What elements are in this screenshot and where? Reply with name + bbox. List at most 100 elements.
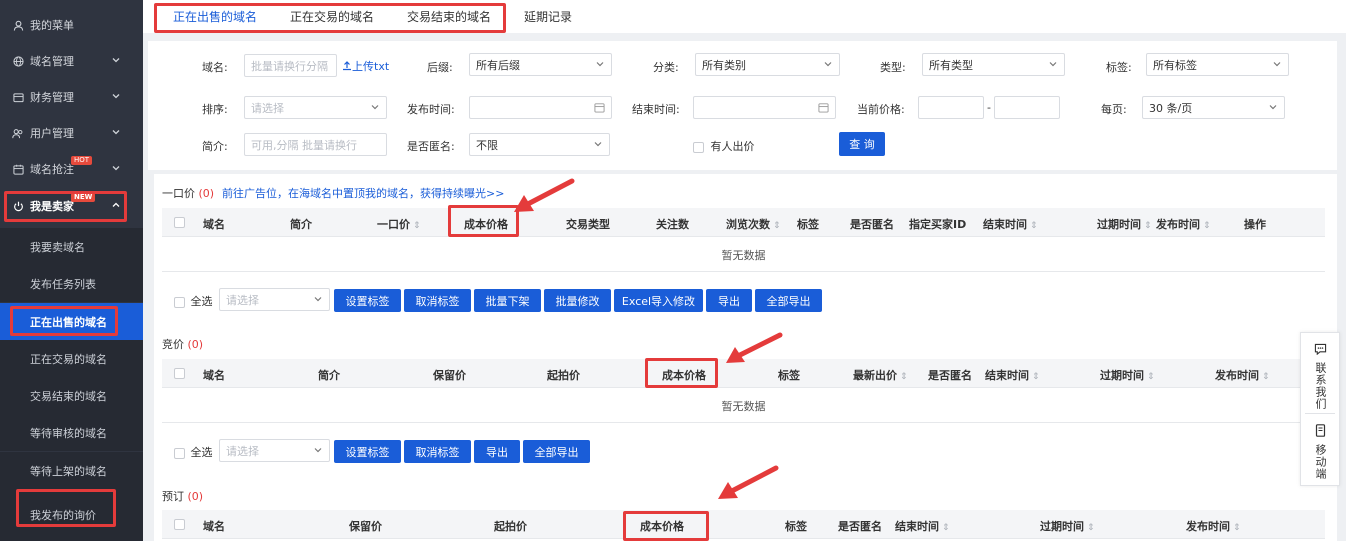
select-all-checkbox[interactable]: [174, 217, 185, 228]
excel-import-button[interactable]: Excel导入修改: [614, 289, 703, 312]
category-label: 分类:: [653, 61, 679, 74]
col-end-time[interactable]: 结束时间 ⇕: [985, 367, 1040, 383]
sidebar-sub-trading-domains[interactable]: 正在交易的域名: [0, 340, 143, 377]
query-button[interactable]: 查 询: [839, 132, 885, 156]
tab-trading[interactable]: 正在交易的域名: [290, 8, 374, 25]
col-actions: 操作: [1244, 218, 1266, 231]
col-publish-time[interactable]: 发布时间 ⇕: [1215, 367, 1270, 383]
col-label: 结束时间: [985, 369, 1029, 382]
sidebar-sub-pending-listing[interactable]: 等待上架的域名: [0, 452, 143, 489]
sidebar-item-seller[interactable]: 我是卖家 NEW: [0, 188, 143, 224]
sort-icon: ⇕: [1032, 372, 1040, 382]
col-label: 发布时间: [1186, 520, 1230, 533]
publish-time-picker[interactable]: [469, 96, 612, 119]
per-page-select[interactable]: 30 条/页: [1142, 96, 1285, 119]
select-all[interactable]: 全选: [174, 293, 213, 309]
sidebar-sub-my-inquiries[interactable]: 我发布的询价: [0, 489, 143, 541]
hot-badge: HOT: [71, 156, 93, 165]
col-end-time[interactable]: 结束时间 ⇕: [895, 518, 950, 534]
mobile-button[interactable]: 移动端: [1301, 424, 1339, 480]
suffix-value: 所有后缀: [476, 58, 520, 72]
sidebar-item-my-menu[interactable]: 我的菜单: [0, 7, 143, 43]
col-expire-time[interactable]: 过期时间 ⇕: [1040, 518, 1095, 534]
col-views[interactable]: 浏览次数 ⇕: [726, 216, 781, 232]
sort-icon: ⇕: [942, 523, 950, 533]
sidebar-sub-pending-review[interactable]: 等待审核的域名: [0, 414, 143, 451]
sidebar-sub-publish-tasks[interactable]: 发布任务列表: [0, 265, 143, 302]
checkbox[interactable]: [174, 296, 185, 308]
col-latest-bid[interactable]: 最新出价 ⇕: [853, 367, 908, 383]
select-all[interactable]: 全选: [174, 444, 213, 460]
tab-finished[interactable]: 交易结束的域名: [407, 8, 491, 25]
upload-txt-link[interactable]: 上传txt: [342, 58, 389, 74]
intro-input[interactable]: 可用,分隔 批量请换行: [244, 133, 387, 156]
set-tag-button[interactable]: 设置标签: [334, 289, 401, 312]
suffix-label: 后缀:: [427, 61, 453, 74]
sidebar-item-domain-snap[interactable]: 域名抢注 HOT: [0, 151, 143, 187]
suffix-select[interactable]: 所有后缀: [469, 53, 612, 76]
tab-selling[interactable]: 正在出售的域名: [173, 8, 257, 25]
sidebar-sub-label: 等待审核的域名: [30, 426, 107, 440]
col-buyer-id: 指定买家ID: [909, 218, 967, 231]
export-button[interactable]: 导出: [706, 289, 752, 312]
sidebar-sub-finished-domains[interactable]: 交易结束的域名: [0, 377, 143, 414]
checkbox[interactable]: [174, 447, 185, 459]
price-max-input[interactable]: [994, 96, 1060, 119]
tab-extension-records[interactable]: 延期记录: [524, 8, 572, 25]
price-separator: -: [987, 101, 991, 114]
contact-us-button[interactable]: 联系我们: [1301, 343, 1339, 410]
chevron-down-icon: [313, 294, 323, 304]
sidebar-sub-selling-domains[interactable]: 正在出售的域名: [0, 303, 143, 340]
chevron-down-icon: [823, 59, 833, 69]
batch-edit-button[interactable]: 批量修改: [544, 289, 611, 312]
checkbox[interactable]: [693, 141, 704, 153]
sidebar-sub-label: 发布任务列表: [30, 277, 96, 291]
sidebar: 我的菜单 域名管理 财务管理 用户管理 域名抢注 HOT 我是卖家 NEW 我要…: [0, 0, 143, 541]
sort-select[interactable]: 请选择: [244, 96, 387, 119]
select-all-checkbox[interactable]: [174, 368, 185, 379]
col-end-time[interactable]: 结束时间 ⇕: [983, 216, 1038, 232]
batch-select[interactable]: 请选择: [219, 439, 330, 462]
chevron-down-icon: [111, 127, 123, 139]
end-time-label: 结束时间:: [632, 103, 680, 116]
batch-delist-button[interactable]: 批量下架: [474, 289, 541, 312]
export-all-button[interactable]: 全部导出: [523, 440, 590, 463]
col-fixed-price[interactable]: 一口价 ⇕: [377, 216, 421, 232]
set-tag-button[interactable]: 设置标签: [334, 440, 401, 463]
type-value: 所有类型: [929, 58, 973, 72]
col-expire-time[interactable]: 过期时间 ⇕: [1097, 216, 1152, 232]
sort-icon: ⇕: [1144, 221, 1152, 231]
sidebar-item-label: 域名管理: [30, 55, 74, 68]
col-expire-time[interactable]: 过期时间 ⇕: [1100, 367, 1155, 383]
batch-select[interactable]: 请选择: [219, 288, 330, 311]
col-label: 发布时间: [1215, 369, 1259, 382]
sidebar-sub-sell-domain[interactable]: 我要卖域名: [0, 228, 143, 265]
select-all-checkbox[interactable]: [174, 519, 185, 530]
sort-label: 排序:: [202, 103, 228, 116]
sort-icon: ⇕: [1262, 372, 1270, 382]
end-time-picker[interactable]: [693, 96, 836, 119]
chevron-down-icon: [1048, 59, 1058, 69]
promotion-link[interactable]: 前往广告位，在海域名中置顶我的域名，获得持续曝光>>: [222, 185, 504, 201]
chevron-down-icon: [593, 139, 603, 149]
sidebar-item-user-management[interactable]: 用户管理: [0, 115, 143, 151]
category-select[interactable]: 所有类别: [695, 53, 840, 76]
type-select[interactable]: 所有类型: [922, 53, 1065, 76]
export-all-button[interactable]: 全部导出: [755, 289, 822, 312]
remove-tag-button[interactable]: 取消标签: [404, 289, 471, 312]
sidebar-sub-label: 正在出售的域名: [30, 315, 107, 329]
sidebar-item-domain-management[interactable]: 域名管理: [0, 43, 143, 79]
tag-select[interactable]: 所有标签: [1146, 53, 1289, 76]
remove-tag-button[interactable]: 取消标签: [404, 440, 471, 463]
price-min-input[interactable]: [918, 96, 984, 119]
anonymous-value: 不限: [476, 138, 498, 152]
has-bid-checkbox[interactable]: 有人出价: [693, 138, 755, 154]
sort-icon: ⇕: [773, 221, 781, 231]
col-publish-time[interactable]: 发布时间 ⇕: [1156, 216, 1211, 232]
anonymous-select[interactable]: 不限: [469, 133, 610, 156]
sidebar-sub-label: 等待上架的域名: [30, 464, 107, 478]
domain-input[interactable]: 批量请换行分隔: [244, 54, 337, 77]
sidebar-item-finance[interactable]: 财务管理: [0, 79, 143, 115]
export-button[interactable]: 导出: [474, 440, 520, 463]
col-publish-time[interactable]: 发布时间 ⇕: [1186, 518, 1241, 534]
